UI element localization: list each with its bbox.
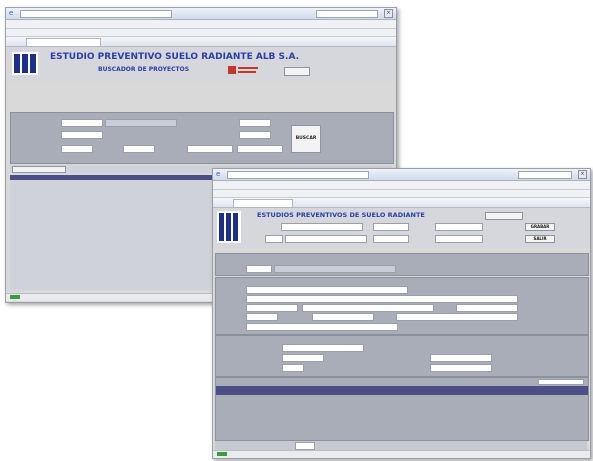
client-field-8[interactable] [396,313,518,321]
browser-search-box[interactable] [518,171,572,179]
search-button[interactable]: BUSCAR [291,125,321,153]
browser-window-estudio: e × ESTUDIOS PREVENTIVOS DE SUELO RADIAN… [212,168,591,459]
header-field-5[interactable] [285,235,367,243]
links-bar [213,190,590,198]
status-indicator [10,295,20,299]
browser-search-box[interactable] [316,10,378,18]
header-button[interactable] [284,67,310,76]
address-bar[interactable] [227,171,369,179]
header-field-4[interactable] [265,235,283,243]
install-select-2[interactable] [282,354,324,362]
favorites-bar [6,37,396,47]
install-select-1[interactable] [282,344,364,352]
browser-tab[interactable] [26,38,101,47]
header-field-3[interactable] [435,223,483,231]
install-select-5[interactable] [430,364,492,372]
header-action-1[interactable] [485,212,523,220]
client-field-4[interactable] [302,304,434,312]
status-bar [213,450,590,458]
client-field-7[interactable] [312,313,374,321]
filter-field-9[interactable] [237,145,283,153]
company-logo [12,52,38,75]
header-field-7[interactable] [435,235,483,243]
filter-field-7[interactable] [123,145,155,153]
browser-icon: e [9,9,14,17]
install-select-3[interactable] [430,354,492,362]
client-field-3[interactable] [246,304,298,312]
project-name-field[interactable] [274,265,396,273]
client-field-2[interactable] [246,295,518,303]
filter-field-4[interactable] [61,131,103,139]
filter-field-8[interactable] [187,145,233,153]
project-code-field[interactable] [246,265,272,273]
address-bar[interactable] [20,10,172,18]
filter-field-5[interactable] [239,131,271,139]
save-button[interactable]: GRABAR [525,223,555,231]
footer-total-field[interactable] [295,442,315,450]
client-field-1[interactable] [246,286,408,294]
install-select-4[interactable] [282,364,304,372]
client-field-5[interactable] [456,304,518,312]
rooms-grid-filter[interactable] [538,379,584,385]
close-icon[interactable]: × [578,170,587,179]
red-stamp [228,65,258,75]
page-title: ESTUDIO PREVENTIVO SUELO RADIANTE ALB S.… [50,52,299,62]
page-subtitle: BUSCADOR DE PROYECTOS [98,66,190,73]
client-field-6[interactable] [246,313,278,321]
app-header: ESTUDIO PREVENTIVO SUELO RADIANTE ALB S.… [6,47,396,81]
client-field-9[interactable] [246,323,398,331]
new-project-button[interactable] [12,166,66,173]
browser-icon: e [216,170,221,178]
app-header: ESTUDIOS PREVENTIVOS DE SUELO RADIANTE G… [213,208,590,248]
links-bar [6,29,396,37]
filter-field-2[interactable] [105,119,177,127]
rooms-grid-header [216,386,588,395]
page-title: ESTUDIOS PREVENTIVOS DE SUELO RADIANTE [257,211,425,219]
footer-bar [215,441,587,450]
installation-panel [215,335,589,377]
browser-tab[interactable] [233,199,293,208]
header-field-2[interactable] [373,223,409,231]
company-logo [217,211,241,243]
exit-button[interactable]: SALIR [525,235,555,243]
client-data-panel [215,277,589,335]
close-icon[interactable]: × [384,9,393,18]
header-field-1[interactable] [281,223,363,231]
filter-field-1[interactable] [61,119,103,127]
menu-bar[interactable] [213,181,590,190]
title-bar: e × [213,169,590,181]
menu-bar[interactable] [6,20,396,29]
header-field-6[interactable] [373,235,409,243]
favorites-bar [213,198,590,208]
status-indicator [217,452,227,456]
title-bar: e × [6,8,396,20]
filter-field-6[interactable] [61,145,93,153]
rooms-grid-panel [215,377,589,441]
filter-field-3[interactable] [239,119,271,127]
project-info-panel [215,253,589,276]
search-filter-panel: BUSCAR [10,112,394,164]
